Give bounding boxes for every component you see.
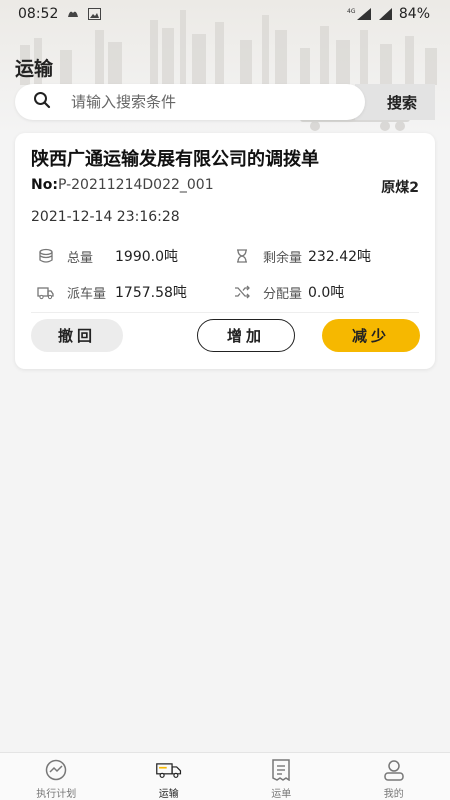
stat-value: 1757.58吨 bbox=[115, 285, 187, 301]
tab-label: 我的 bbox=[383, 789, 404, 800]
stat-allocated: 分配量 0.0吨 bbox=[233, 282, 344, 302]
stat-total: 总量 1990.0吨 bbox=[37, 246, 178, 266]
svg-text:4G: 4G bbox=[347, 8, 356, 15]
search-bar: 搜索 bbox=[15, 84, 435, 120]
order-number-value: P-20211214D022_001 bbox=[57, 177, 214, 193]
allocation-order-card[interactable]: 陕西广通运输发展有限公司的调拨单 No:P-20211214D022_001 原… bbox=[15, 133, 435, 369]
stat-label: 总量 bbox=[67, 250, 94, 266]
stat-value: 232.42吨 bbox=[308, 249, 372, 265]
tab-label: 执行计划 bbox=[36, 789, 77, 800]
receipt-icon bbox=[268, 759, 294, 781]
stat-label: 派车量 bbox=[67, 286, 107, 302]
chart-circle-icon bbox=[43, 759, 69, 781]
order-number: No:P-20211214D022_001 bbox=[31, 177, 214, 193]
status-bar: 08:52 4G 84% bbox=[0, 0, 450, 28]
search-input[interactable] bbox=[71, 93, 311, 111]
hourglass-icon bbox=[233, 247, 251, 265]
app-notification-icon bbox=[66, 7, 80, 21]
add-button[interactable]: 增加 bbox=[197, 319, 295, 352]
order-number-label: No: bbox=[31, 177, 58, 193]
shuffle-icon bbox=[233, 283, 251, 301]
signal-icon bbox=[378, 7, 393, 21]
truck-icon bbox=[155, 759, 182, 781]
stat-value: 1990.0吨 bbox=[115, 249, 179, 265]
signal-icon: 4G bbox=[347, 7, 373, 21]
tab-transport[interactable]: 运输 bbox=[113, 753, 226, 800]
page-title: 运输 bbox=[15, 58, 54, 80]
reduce-button[interactable]: 减少 bbox=[322, 319, 420, 352]
revoke-button[interactable]: 撤回 bbox=[31, 319, 123, 352]
search-button[interactable]: 搜索 bbox=[355, 84, 435, 120]
order-datetime: 2021-12-14 23:16:28 bbox=[31, 209, 180, 225]
stack-icon bbox=[37, 247, 55, 265]
tab-mine[interactable]: 我的 bbox=[338, 753, 450, 800]
tab-execution-plan[interactable]: 执行计划 bbox=[0, 753, 113, 800]
tab-label: 运输 bbox=[158, 789, 179, 800]
card-title: 陕西广通运输发展有限公司的调拨单 bbox=[31, 149, 319, 170]
stat-label: 分配量 bbox=[263, 286, 303, 302]
battery-level: 84% bbox=[398, 6, 430, 22]
search-icon bbox=[33, 91, 51, 113]
cargo-type: 原煤2 bbox=[381, 180, 419, 196]
image-notification-icon bbox=[88, 8, 102, 20]
user-icon bbox=[381, 759, 407, 781]
tab-waybill[interactable]: 运单 bbox=[225, 753, 338, 800]
status-time: 08:52 bbox=[18, 6, 59, 22]
tab-label: 运单 bbox=[271, 789, 292, 800]
search-box[interactable] bbox=[15, 84, 365, 120]
truck-icon bbox=[37, 283, 55, 301]
stat-value: 0.0吨 bbox=[308, 285, 345, 301]
stat-dispatched: 派车量 1757.58吨 bbox=[37, 282, 187, 302]
stat-label: 剩余量 bbox=[263, 250, 303, 266]
card-divider bbox=[31, 312, 419, 313]
stat-remaining: 剩余量 232.42吨 bbox=[233, 246, 371, 266]
bottom-tab-bar: 执行计划 运输 运单 我的 bbox=[0, 752, 450, 800]
